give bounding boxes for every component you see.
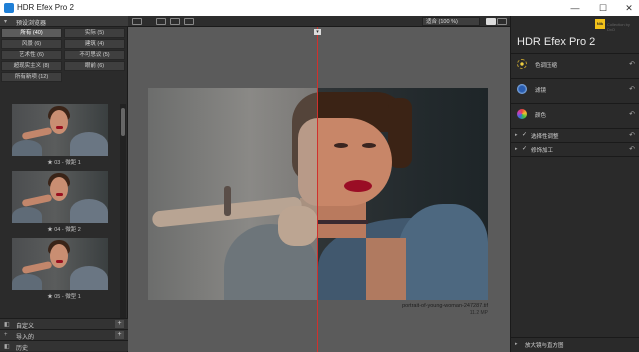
expand-arrow-icon: ▸ (515, 132, 518, 138)
minimize-button[interactable]: — (568, 2, 582, 14)
add-import-button[interactable]: + (115, 331, 124, 339)
preset-thumbnail[interactable] (12, 238, 108, 290)
expand-arrow-icon: ▸ (515, 146, 518, 152)
preset-caption: ★ 03 - 微距 1 (47, 160, 81, 166)
image-canvas[interactable]: portrait-of-young-woman-247287.tif 11.2 … (128, 27, 510, 352)
section-method[interactable]: 滤镜 ↶ (511, 80, 639, 102)
preset-caption: ★ 05 - 微型 1 (47, 294, 81, 300)
adjustments-panel: Nik Collection by DxO HDR Efex Pro 2 色调压… (510, 16, 639, 352)
nik-logo-mark: Nik (595, 19, 605, 29)
category-realistic[interactable]: 实际 (5) (64, 28, 125, 38)
category-all-new[interactable]: 所有新项 (12) (1, 72, 62, 82)
finishing-row[interactable]: ▸ ✓ 修饰加工 ↶ (511, 144, 639, 155)
preset-browser-header[interactable]: ▾ 预设浏览器 (0, 16, 128, 27)
section-tone-compression[interactable]: 色调压缩 ↶ (511, 55, 639, 77)
image-filename: portrait-of-young-woman-247287.tif (402, 303, 488, 309)
preview-area: 适合 (100 %) portrait-of-young-woman-24728… (128, 16, 510, 352)
section-label: 滤镜 (535, 88, 547, 94)
preset-thumbnail[interactable] (12, 171, 108, 223)
app-icon (4, 3, 14, 13)
collapse-arrow-icon: ▾ (4, 19, 8, 25)
nik-logo-text: Collection by DxO (607, 22, 630, 32)
single-view-icon[interactable] (156, 18, 166, 25)
reset-icon[interactable]: ↶ (629, 145, 635, 153)
category-artistic[interactable]: 艺术性 (6) (1, 50, 62, 60)
split-handle-icon[interactable]: ▾ (314, 29, 321, 35)
preview-image (148, 88, 488, 300)
method-icon (517, 84, 527, 94)
enable-checkbox[interactable]: ✓ (522, 131, 527, 138)
preset-browser-title: 预设浏览器 (16, 21, 47, 27)
reset-icon[interactable]: ↶ (629, 110, 635, 118)
category-architecture[interactable]: 建筑 (4) (64, 39, 125, 49)
sun-icon (517, 59, 527, 69)
reset-icon[interactable]: ↶ (629, 85, 635, 93)
category-landscape[interactable]: 风景 (6) (1, 39, 62, 49)
color-wheel-icon (517, 109, 527, 119)
enable-checkbox[interactable]: ✓ (522, 145, 527, 152)
image-filesize: 11.2 MP (469, 310, 488, 316)
background-color-icon[interactable] (486, 18, 496, 25)
preset-thumbnail[interactable] (12, 104, 108, 156)
add-custom-button[interactable]: + (115, 320, 124, 328)
zoom-select[interactable]: 适合 (100 %) (422, 17, 480, 26)
history-label: 历史 (16, 346, 29, 352)
panel-toggle-right-icon[interactable] (497, 18, 507, 25)
window-title: HDR Efex Pro 2 (17, 3, 74, 12)
side-by-side-icon[interactable] (184, 18, 194, 25)
reset-icon[interactable]: ↶ (629, 131, 635, 139)
category-surrealism[interactable]: 超现实主义 (8) (1, 61, 62, 71)
panel-title: HDR Efex Pro 2 (517, 36, 596, 48)
split-view-icon[interactable] (170, 18, 180, 25)
zoom-select-value: 适合 (100 %) (426, 19, 458, 25)
category-surreal[interactable]: 不可思议 (5) (64, 50, 125, 60)
loupe-histogram-row[interactable]: ▸ 放大镜与直方图 (511, 339, 639, 350)
import-icon: + (4, 332, 8, 338)
category-all[interactable]: 所有 (40) (1, 28, 62, 38)
selective-adjustments-row[interactable]: ▸ ✓ 选择性调整 ↶ (511, 130, 639, 141)
imported-presets-row[interactable]: + 导入的 + (0, 329, 128, 341)
title-bar: HDR Efex Pro 2 — ☐ ✕ (0, 0, 639, 16)
close-button[interactable]: ✕ (622, 2, 636, 14)
preview-toolbar: 适合 (100 %) (128, 16, 510, 27)
custom-presets-row[interactable]: ◧ 自定义 + (0, 318, 128, 330)
custom-icon: ◧ (4, 322, 10, 328)
section-label: 色调压缩 (535, 63, 558, 69)
reset-icon[interactable]: ↶ (629, 60, 635, 68)
history-icon: ◧ (4, 344, 10, 350)
nik-logo: Nik Collection by DxO (595, 19, 635, 32)
category-recent[interactable]: 眼前 (6) (64, 61, 125, 71)
subsection-label: 修饰加工 (531, 148, 554, 154)
thumbnail-scrollbar[interactable] (120, 104, 126, 330)
history-row[interactable]: ◧ 历史 (0, 340, 128, 352)
expand-arrow-icon: ▸ (515, 341, 518, 347)
thumbnail-scroll-thumb[interactable] (121, 108, 125, 136)
preset-caption: ★ 04 - 微距 2 (47, 227, 81, 233)
subsection-label: 选择性调整 (531, 134, 559, 140)
split-divider-line[interactable] (317, 27, 318, 352)
loupe-histogram-label: 放大镜与直方图 (525, 343, 564, 349)
preset-thumbnail-list: ★ 03 - 微距 1 ★ 04 - 微距 2 ★ 05 - 微型 1 (0, 104, 128, 330)
panel-toggle-icon[interactable] (132, 18, 142, 25)
preset-browser-panel: ▾ 预设浏览器 所有 (40) 实际 (5) 风景 (6) 建筑 (4) 艺术性… (0, 16, 128, 352)
section-label: 颜色 (535, 113, 547, 119)
section-color[interactable]: 颜色 ↶ (511, 105, 639, 127)
maximize-button[interactable]: ☐ (596, 2, 610, 14)
